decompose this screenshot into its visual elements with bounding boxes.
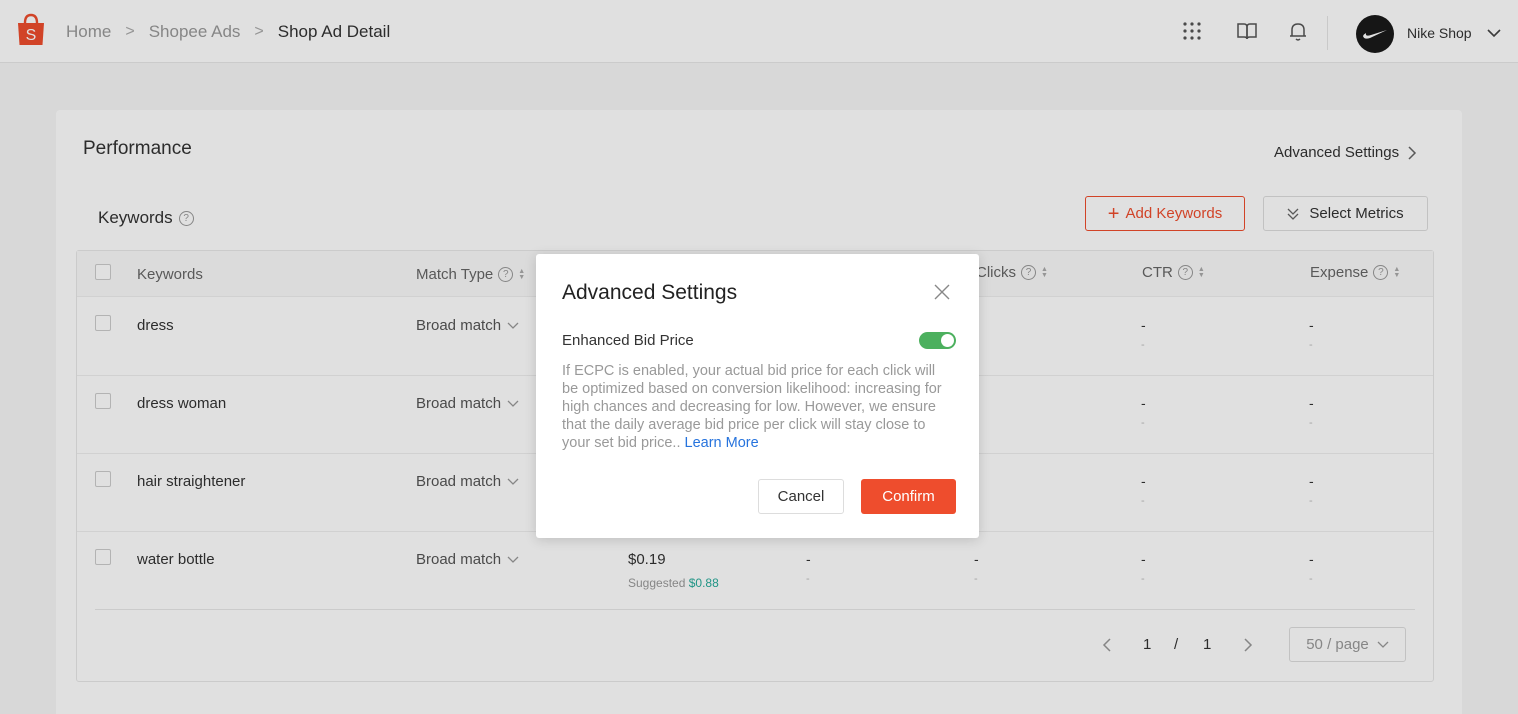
advanced-settings-modal: Advanced Settings Enhanced Bid Price If … — [536, 254, 979, 538]
modal-description: If ECPC is enabled, your actual bid pric… — [562, 362, 954, 452]
toggle-knob — [941, 334, 954, 347]
modal-title: Advanced Settings — [562, 281, 738, 304]
enhanced-bid-price-label: Enhanced Bid Price — [562, 332, 694, 349]
confirm-button[interactable]: Confirm — [861, 479, 956, 514]
learn-more-link[interactable]: Learn More — [685, 435, 759, 451]
enhanced-bid-price-toggle[interactable] — [919, 332, 956, 349]
cancel-button[interactable]: Cancel — [758, 479, 844, 514]
close-icon[interactable] — [932, 282, 952, 302]
